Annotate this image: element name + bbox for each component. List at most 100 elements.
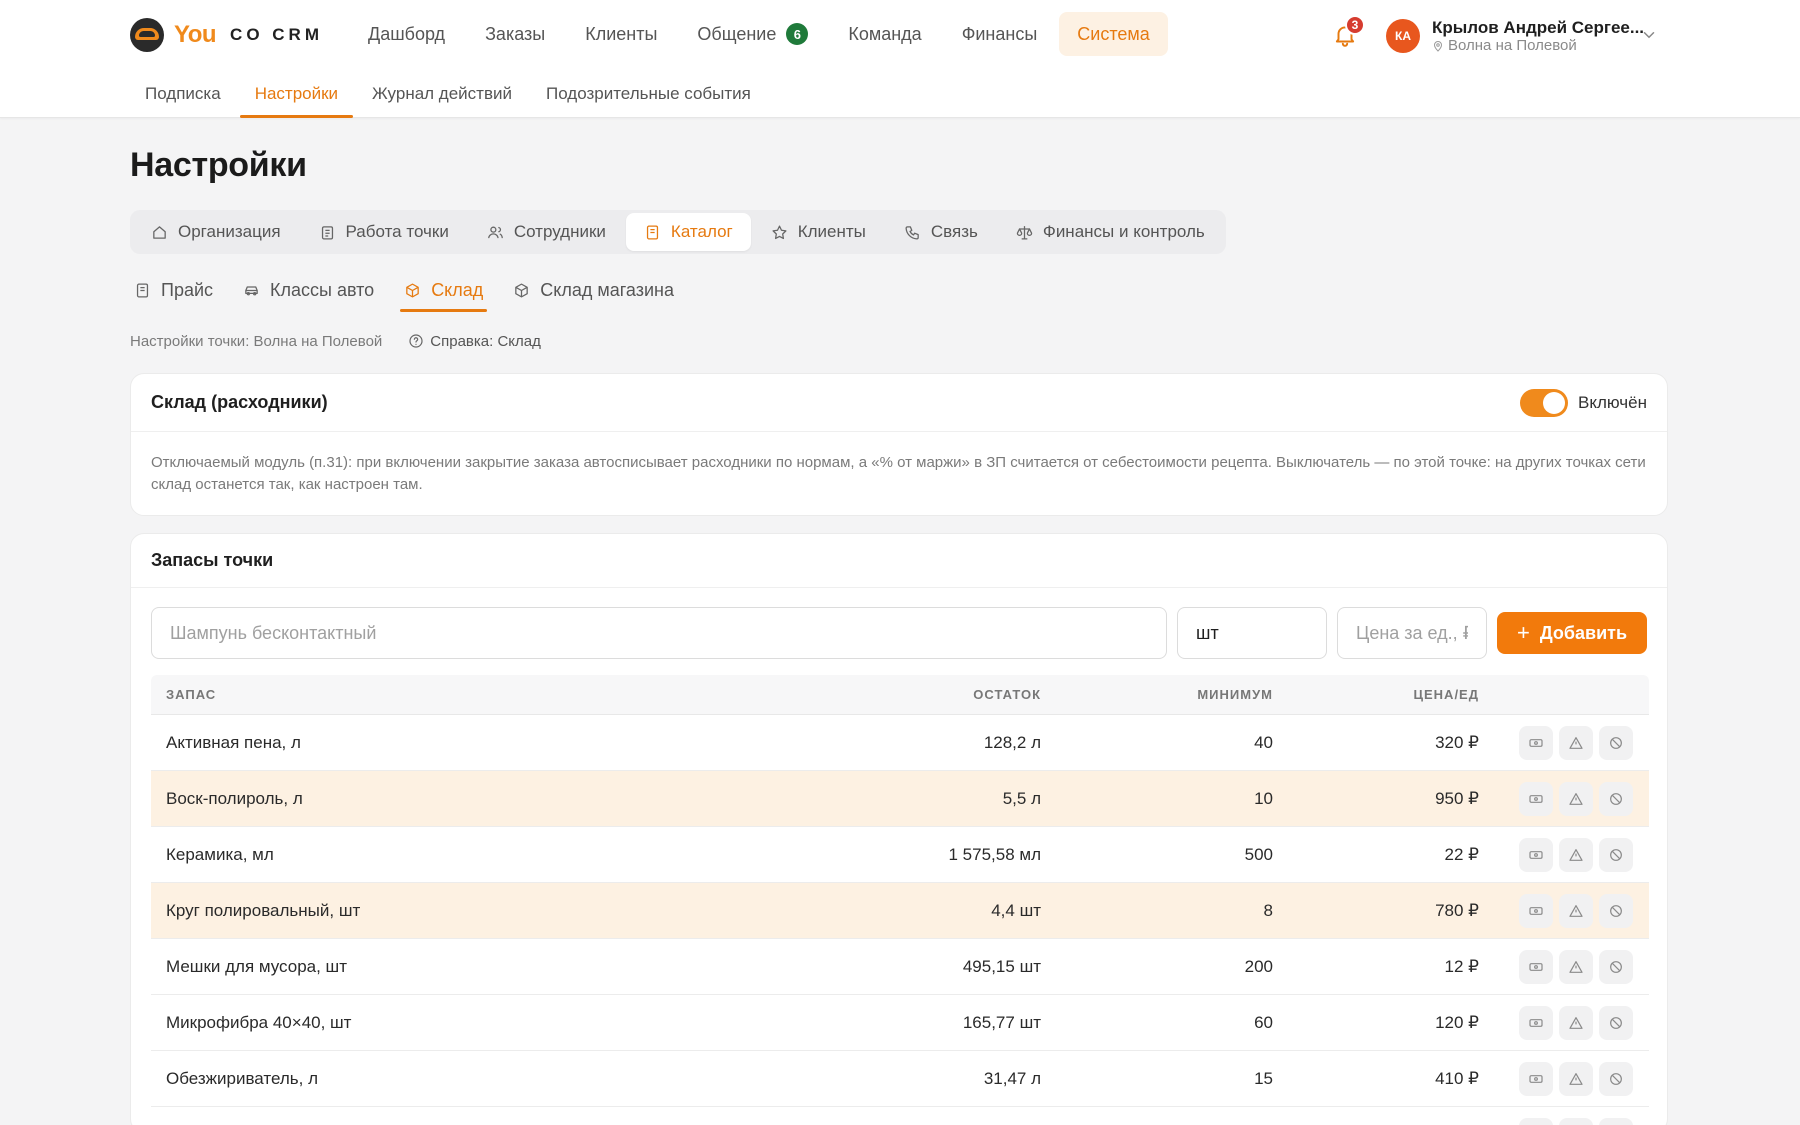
disable-icon[interactable]	[1599, 893, 1633, 928]
stock-item-name: Мешки для мусора, шт	[166, 956, 347, 976]
table-row: Микрофибра 40×40, шт 165,77 шт 60 120 ₽	[151, 995, 1649, 1051]
help-link[interactable]: Справка: Склад	[408, 333, 541, 350]
tab-communication[interactable]: Связь	[886, 213, 996, 251]
tab-label: Финансы и контроль	[1042, 222, 1205, 241]
stock-item-remaining: 128,2 л	[983, 732, 1041, 752]
tab-employees[interactable]: Сотрудники	[469, 213, 624, 251]
book-icon	[136, 282, 149, 298]
nav-finance[interactable]: Финансы	[944, 12, 1056, 56]
row-actions	[1479, 1061, 1649, 1096]
warning-icon[interactable]	[1559, 725, 1593, 760]
table-row: Воск-полироль, л 5,5 л 10 950 ₽	[151, 771, 1649, 827]
cash-icon[interactable]	[1519, 725, 1553, 760]
col-price[interactable]: ЦЕНА/ЕД	[1273, 687, 1479, 702]
subnav-activity-log[interactable]: Журнал действий	[357, 70, 527, 118]
car-icon	[245, 285, 258, 295]
tab-label: Работа точки	[345, 222, 449, 241]
subnav-subscription[interactable]: Подписка	[130, 70, 236, 118]
cash-icon[interactable]	[1519, 893, 1553, 928]
cash-icon[interactable]	[1519, 1061, 1553, 1096]
cash-icon[interactable]	[1519, 837, 1553, 872]
disable-icon[interactable]	[1599, 1117, 1633, 1125]
warning-icon[interactable]	[1559, 837, 1593, 872]
tab-clients[interactable]: Клиенты	[753, 213, 884, 251]
app-logo[interactable]: You CO CRM	[130, 16, 323, 54]
table-row: Активная пена, л 128,2 л 40 320 ₽	[151, 715, 1649, 771]
stock-item-name: Обезжириватель, л	[166, 1068, 319, 1088]
stock-unit-input[interactable]	[1177, 607, 1327, 659]
col-name[interactable]: ЗАПАС	[151, 687, 891, 702]
disable-icon[interactable]	[1599, 837, 1633, 872]
cash-icon[interactable]	[1519, 1005, 1553, 1040]
nav-label: Общение	[697, 23, 777, 44]
module-description: Отключаемый модуль (п.31): при включении…	[151, 454, 1646, 493]
location-pin-icon	[1433, 40, 1443, 52]
tab-label: Каталог	[670, 222, 733, 241]
nav-team[interactable]: Команда	[830, 12, 939, 56]
tab-price[interactable]: Прайс	[130, 268, 217, 312]
nav-communication[interactable]: Общение 6	[679, 12, 826, 56]
add-stock-button[interactable]: + Добавить	[1497, 612, 1648, 654]
chevron-down-icon[interactable]	[1640, 26, 1658, 44]
tab-label: Склад магазина	[540, 279, 674, 300]
warning-icon[interactable]	[1559, 781, 1593, 816]
warning-icon[interactable]	[1559, 1005, 1593, 1040]
warehouse-module-card: Склад (расходники) Включён Отключаемый м…	[130, 373, 1668, 516]
page-title: Настройки	[130, 146, 307, 184]
card-header: Склад (расходники) Включён	[131, 374, 1667, 432]
stock-item-minimum: 500	[1244, 844, 1273, 864]
avatar: КА	[1386, 19, 1420, 53]
table-row: Мешки для мусора, шт 495,15 шт 200 12 ₽	[151, 939, 1649, 995]
disable-icon[interactable]	[1599, 725, 1633, 760]
logo-text-crm: CO CRM	[230, 25, 323, 44]
tab-point-work[interactable]: Работа точки	[301, 213, 467, 251]
tab-warehouse[interactable]: Склад	[400, 268, 488, 312]
point-settings-label: Настройки точки: Волна на Полевой	[130, 332, 383, 350]
stock-item-price: 320 ₽	[1435, 732, 1479, 752]
stock-name-input[interactable]	[151, 607, 1167, 659]
tab-catalog[interactable]: Каталог	[625, 213, 751, 251]
user-menu[interactable]: КА Крылов Андрей Сергее... Волна на Поле…	[1386, 14, 1644, 58]
main-nav: Дашборд Заказы Клиенты Общение 6 Команда …	[350, 12, 1168, 56]
nav-clients[interactable]: Клиенты	[567, 12, 675, 56]
stock-item-minimum: 8	[1263, 900, 1273, 920]
cash-icon[interactable]	[1519, 949, 1553, 984]
col-min[interactable]: МИНИМУМ	[1041, 687, 1273, 702]
row-actions	[1479, 1005, 1649, 1040]
subnav-suspicious-events[interactable]: Подозрительные события	[531, 70, 766, 118]
tab-label: Прайс	[161, 279, 214, 300]
stock-price-input[interactable]	[1337, 607, 1487, 659]
cash-icon[interactable]	[1519, 1117, 1553, 1125]
users-icon	[487, 226, 503, 238]
nav-dashboard[interactable]: Дашборд	[350, 12, 463, 56]
tab-organization[interactable]: Организация	[133, 213, 299, 251]
logo-text-you: You	[174, 21, 217, 48]
tab-finance-control[interactable]: Финансы и контроль	[998, 213, 1223, 251]
warning-icon[interactable]	[1559, 1117, 1593, 1125]
disable-icon[interactable]	[1599, 781, 1633, 816]
tab-shop-warehouse[interactable]: Склад магазина	[509, 268, 678, 312]
disable-icon[interactable]	[1599, 1061, 1633, 1096]
toggle-label: Включён	[1578, 392, 1647, 412]
module-toggle[interactable]	[1520, 388, 1569, 417]
settings-tabs: Организация Работа точки Сотрудники Ката…	[130, 210, 1226, 254]
user-name: Крылов Андрей Сергее...	[1432, 17, 1645, 37]
stock-item-price: 950 ₽	[1435, 788, 1479, 808]
row-actions	[1479, 949, 1649, 984]
clipboard-icon	[321, 225, 333, 240]
nav-system[interactable]: Система	[1059, 12, 1168, 56]
warning-icon[interactable]	[1559, 1061, 1593, 1096]
scales-icon	[1016, 225, 1033, 240]
subnav-settings[interactable]: Настройки	[239, 70, 354, 118]
disable-icon[interactable]	[1599, 949, 1633, 984]
warning-icon[interactable]	[1559, 949, 1593, 984]
col-stock[interactable]: ОСТАТОК	[891, 687, 1041, 702]
cash-icon[interactable]	[1519, 781, 1553, 816]
card-title: Склад (расходники)	[151, 392, 328, 412]
tab-car-classes[interactable]: Классы авто	[239, 268, 378, 312]
warning-icon[interactable]	[1559, 893, 1593, 928]
nav-orders[interactable]: Заказы	[467, 12, 563, 56]
disable-icon[interactable]	[1599, 1005, 1633, 1040]
stock-item-remaining: 165,77 шт	[962, 1012, 1041, 1032]
stock-item-name: Воск-полироль, л	[166, 788, 303, 808]
